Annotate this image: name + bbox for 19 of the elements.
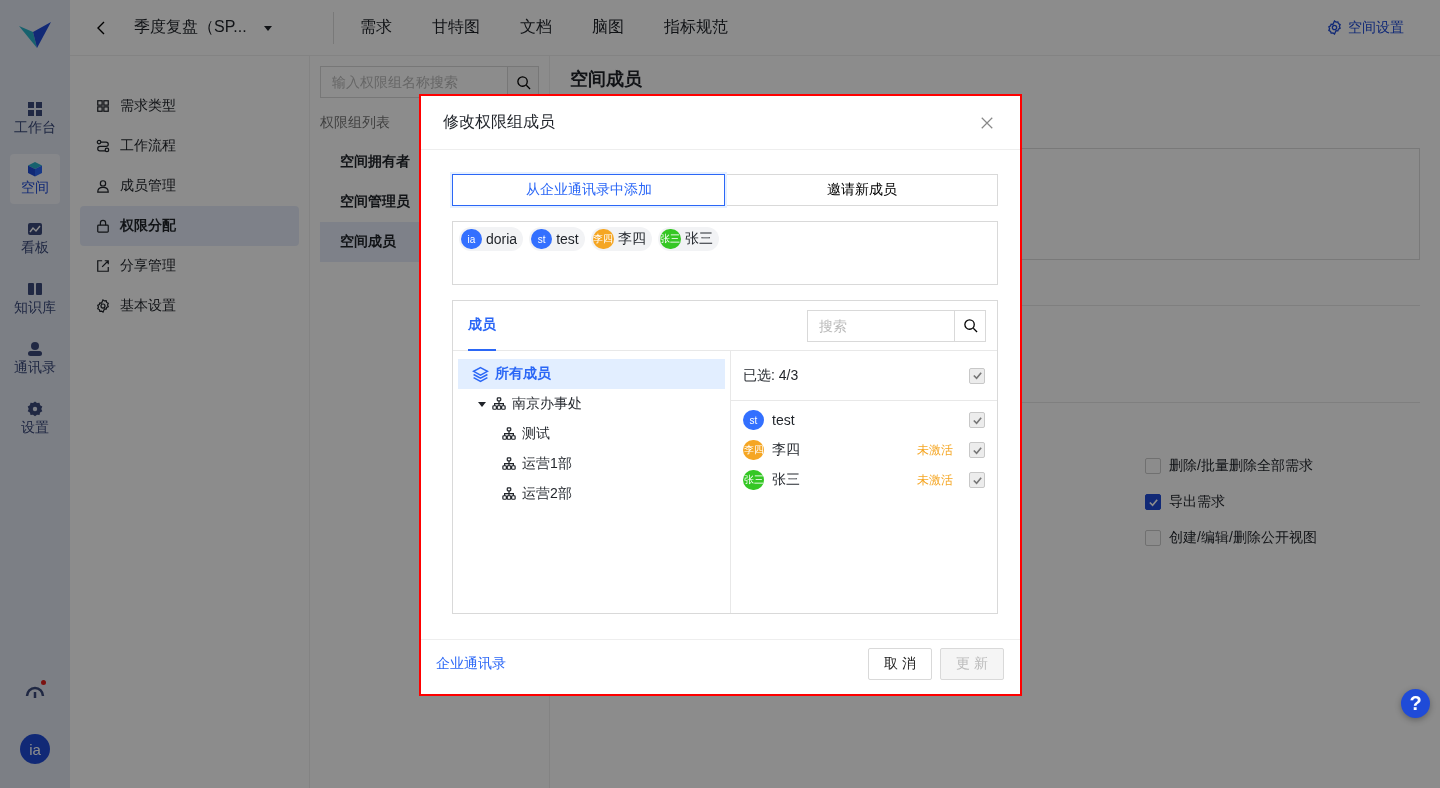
dialog-title: 修改权限组成员: [443, 112, 556, 132]
selected-count: 已选: 4/3: [743, 366, 800, 385]
permission-label: 创建/编辑/删除公开视图: [1169, 529, 1317, 547]
avatar: 李四: [592, 229, 614, 249]
page-heading: 空间成员: [570, 68, 642, 90]
permission-label: 删除/批量删除全部需求: [1169, 457, 1313, 475]
avatar: st: [531, 229, 553, 249]
member-name: 张三: [772, 471, 801, 489]
member-name: test: [772, 412, 796, 428]
status-label: 未激活: [917, 441, 953, 459]
member-name: 李四: [772, 441, 801, 459]
permission-label: 导出需求: [1169, 493, 1225, 511]
list-title: 权限组列表: [320, 114, 390, 132]
status-label: 未激活: [917, 471, 953, 489]
avatar: 张三: [659, 229, 681, 249]
avatar: st: [743, 410, 764, 430]
avatar: 李四: [743, 440, 764, 460]
avatar: 张三: [743, 470, 764, 490]
avatar: ia: [461, 229, 482, 249]
